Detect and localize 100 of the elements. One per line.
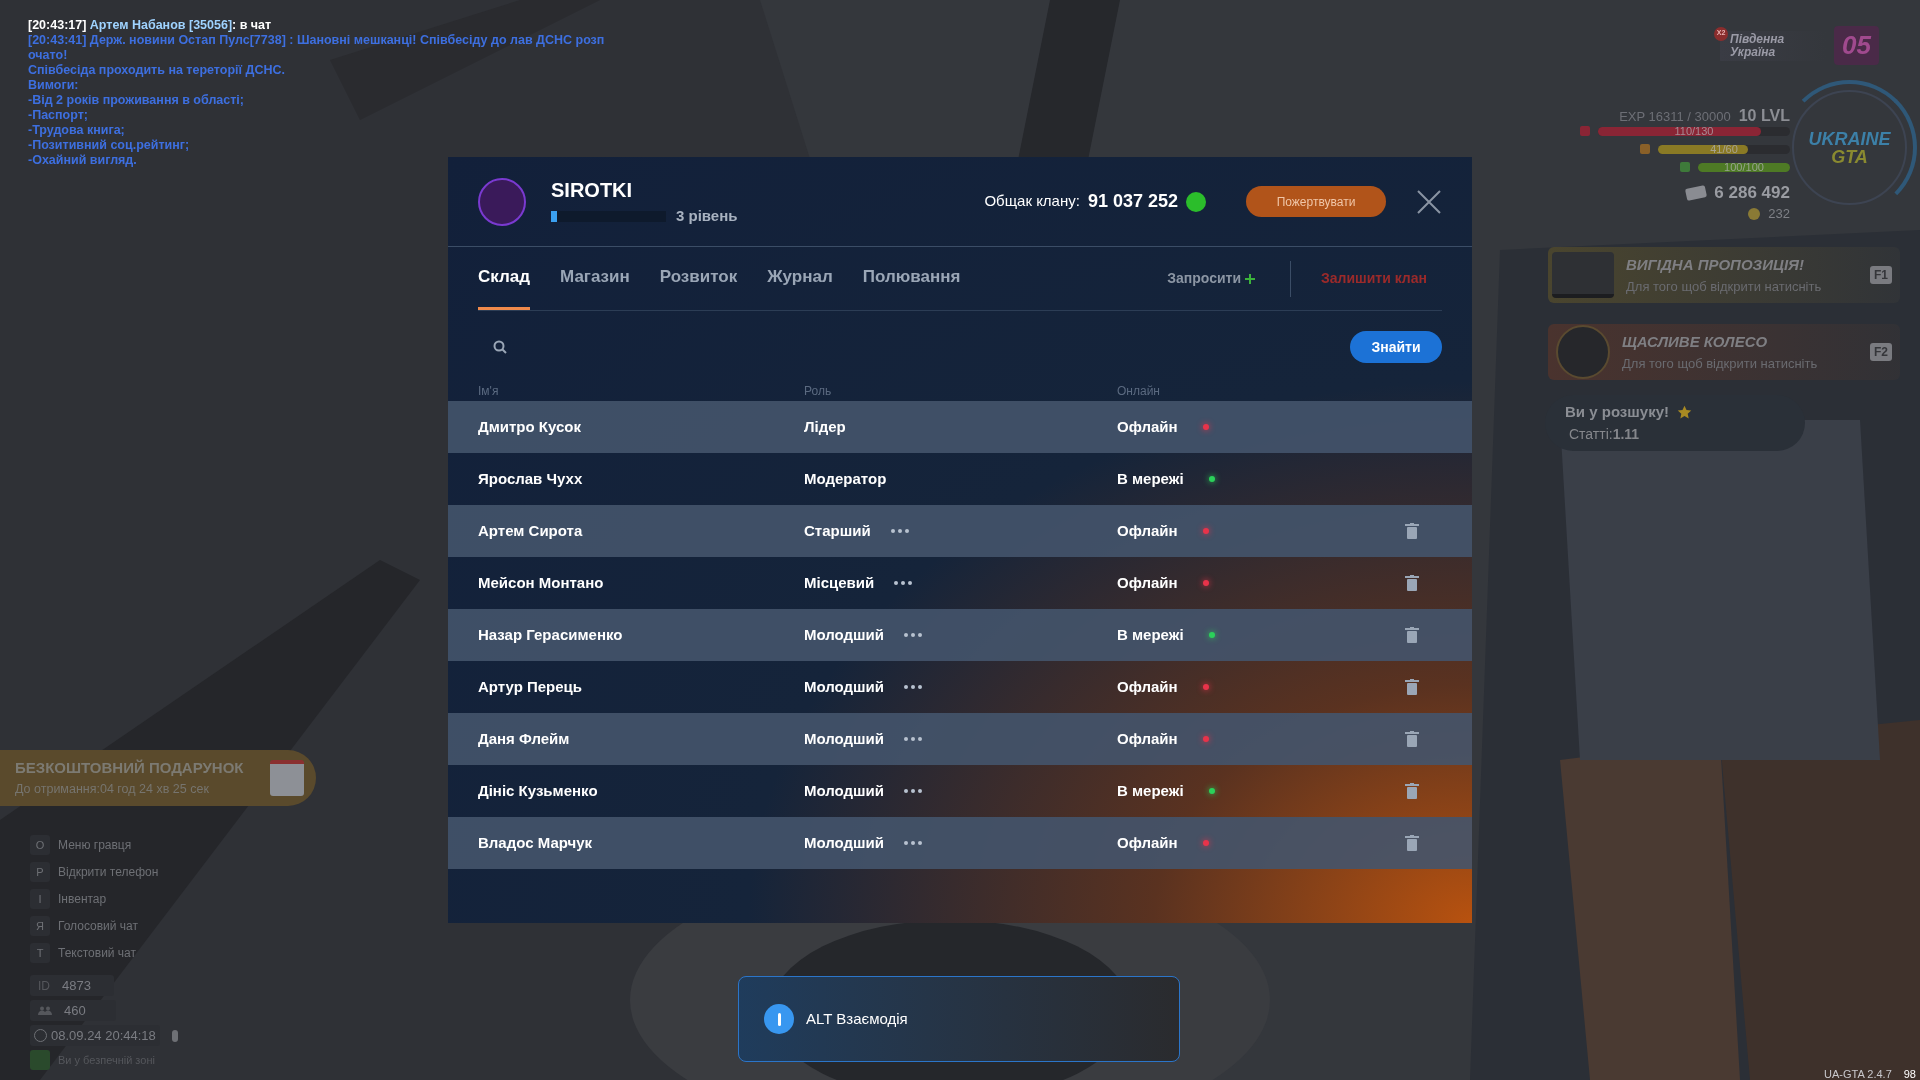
promo-title: ЩАСЛИВЕ КОЛЕСО: [1622, 332, 1769, 352]
trash-icon[interactable]: [1405, 783, 1419, 799]
member-role: Молодший: [804, 624, 885, 645]
hotkey-label: Відкрити телефон: [58, 864, 159, 881]
member-role: Молодший: [804, 780, 885, 801]
currency-icon: [1186, 191, 1206, 212]
online-status: Офлайн: [1117, 520, 1178, 541]
promo-title: ВИГІДНА ПРОПОЗИЦІЯ!: [1626, 255, 1806, 275]
bank-amount: 91 037 252: [1087, 190, 1178, 213]
member-name: Даня Флейм: [478, 728, 570, 749]
search-icon: [493, 340, 507, 354]
chat-message: -Позитивний соц.рейтинг;: [28, 138, 190, 153]
search-button[interactable]: Знайти: [1350, 331, 1442, 363]
chat-message: Співбесіда проходить на тереторії ДСНС.: [28, 63, 285, 78]
column-header: Роль: [804, 383, 832, 400]
invite-button[interactable]: Запросити: [1167, 260, 1291, 297]
chat-message: Вимоги:: [28, 78, 79, 93]
key-badge: P: [30, 862, 50, 882]
stat-bar: 100/100: [1698, 162, 1790, 172]
region-label: Південна Україна: [1730, 32, 1786, 59]
gift-timer: До отримання:04 год 24 хв 25 сек: [15, 780, 210, 798]
date-time: 08.09.24 20:44:18: [51, 1026, 156, 1045]
wanted-articles: Статті:1.11: [1568, 424, 1641, 444]
money-amount: 6 286 492: [1714, 182, 1790, 204]
online-status: Офлайн: [1117, 572, 1178, 593]
hint-text: ALT Взаємодія: [806, 1008, 908, 1029]
server-number: 05: [1834, 26, 1879, 65]
trash-icon[interactable]: [1405, 523, 1419, 539]
star-icon: [1677, 404, 1692, 420]
trash-icon[interactable]: [1405, 731, 1419, 747]
stat-bar: 110/130: [1598, 126, 1790, 136]
level-text: 10 LVL: [1738, 106, 1790, 126]
gift-icon: [270, 760, 304, 796]
hotkey-label: Інвентар: [58, 891, 107, 908]
member-role: Модератор: [804, 468, 887, 489]
trash-icon[interactable]: [1405, 627, 1419, 643]
chat-message: [20:43:17] Артем Набанов [35056]: в чат: [28, 18, 273, 33]
tab[interactable]: Журнал: [767, 247, 833, 310]
tab[interactable]: Склад: [478, 247, 531, 310]
member-role: Старший: [804, 520, 871, 541]
coin-amount: 232: [1768, 205, 1790, 223]
tab[interactable]: Магазин: [560, 247, 630, 310]
promo-hint: Для того щоб відкрити натисніть: [1626, 277, 1823, 296]
member-row[interactable]: Дмитро Кусок Лідер Офлайн: [448, 401, 1472, 453]
exp-text: EXP 16311 / 30000: [1619, 108, 1731, 126]
chat-message: -Охайний вигляд.: [28, 153, 137, 168]
member-row[interactable]: Артур Перець Молодший Офлайн: [448, 661, 1472, 713]
member-role: Молодший: [804, 728, 885, 749]
column-header: Онлайн: [1117, 383, 1160, 400]
member-role: Лідер: [804, 416, 846, 437]
clan-level: 3 рівень: [676, 206, 738, 227]
version-text: UA-GTA 2.4.7: [1824, 1067, 1892, 1080]
key-badge: F2: [1870, 343, 1892, 361]
member-role: Молодший: [804, 832, 885, 853]
info-icon: [764, 1004, 794, 1034]
close-button[interactable]: [1416, 188, 1442, 215]
member-row[interactable]: Мейсон Монтано Місцевий Офлайн: [448, 557, 1472, 609]
member-row[interactable]: Даня Флейм Молодший Офлайн: [448, 713, 1472, 765]
member-row[interactable]: Ярослав Чухх Модератор В мережі: [448, 453, 1472, 505]
online-status: Офлайн: [1117, 416, 1178, 437]
trash-icon[interactable]: [1405, 575, 1419, 591]
logo-badge: UKRAINE GTA: [1792, 90, 1907, 205]
member-name: Владос Марчук: [478, 832, 593, 853]
stat-bar: 41/60: [1658, 144, 1790, 154]
wanted-title: Ви у розшуку!: [1565, 402, 1669, 422]
member-role: Молодший: [804, 676, 885, 697]
key-badge: Я: [30, 916, 50, 936]
online-status: В мережі: [1117, 780, 1184, 801]
hotkey-label: Текстовий чат: [58, 945, 137, 962]
column-header: Ім'я: [478, 383, 499, 400]
player-id: 4873: [62, 976, 91, 995]
gift-title: БЕЗКОШТОВНИЙ ПОДАРУНОК: [15, 758, 245, 779]
chat-message: очато!: [28, 48, 68, 63]
online-status: Офлайн: [1117, 676, 1178, 697]
member-name: Мейсон Монтано: [478, 572, 604, 593]
hotkey-label: Меню гравця: [58, 837, 132, 854]
member-row[interactable]: Назар Герасименко Молодший В мережі: [448, 609, 1472, 661]
tab[interactable]: Полювання: [862, 247, 961, 310]
member-name: Назар Герасименко: [478, 624, 623, 645]
trash-icon[interactable]: [1405, 835, 1419, 851]
member-row[interactable]: Владос Марчук Молодший Офлайн: [448, 817, 1472, 869]
hotkey-label: Голосовий чат: [58, 918, 138, 935]
donate-button[interactable]: Пожертвувати: [1246, 186, 1386, 217]
clan-name: SIROTKI: [551, 178, 634, 204]
member-name: Артем Сирота: [478, 520, 583, 541]
member-name: Ярослав Чухх: [478, 468, 583, 489]
member-name: Артур Перець: [478, 676, 583, 697]
tab[interactable]: Розвиток: [659, 247, 738, 310]
online-status: Офлайн: [1117, 728, 1178, 749]
microphone-icon: [171, 1029, 178, 1042]
online-status: Офлайн: [1117, 832, 1178, 853]
member-row[interactable]: Дініс Кузьменко Молодший В мережі: [448, 765, 1472, 817]
trash-icon[interactable]: [1405, 679, 1419, 695]
online-status: В мережі: [1117, 624, 1184, 645]
member-row[interactable]: Артем Сирота Старший Офлайн: [448, 505, 1472, 557]
fps-counter: 98: [1903, 1067, 1916, 1080]
chat-message: [20:43:41] Держ. новини Остап Пулс[7738] : Шановні мешканці! Співбесіду до лав ДСНС розп: [28, 33, 605, 48]
chat-message: -Трудова книга;: [28, 123, 125, 138]
member-name: Дмитро Кусок: [478, 416, 581, 437]
member-name: Дініс Кузьменко: [478, 780, 598, 801]
